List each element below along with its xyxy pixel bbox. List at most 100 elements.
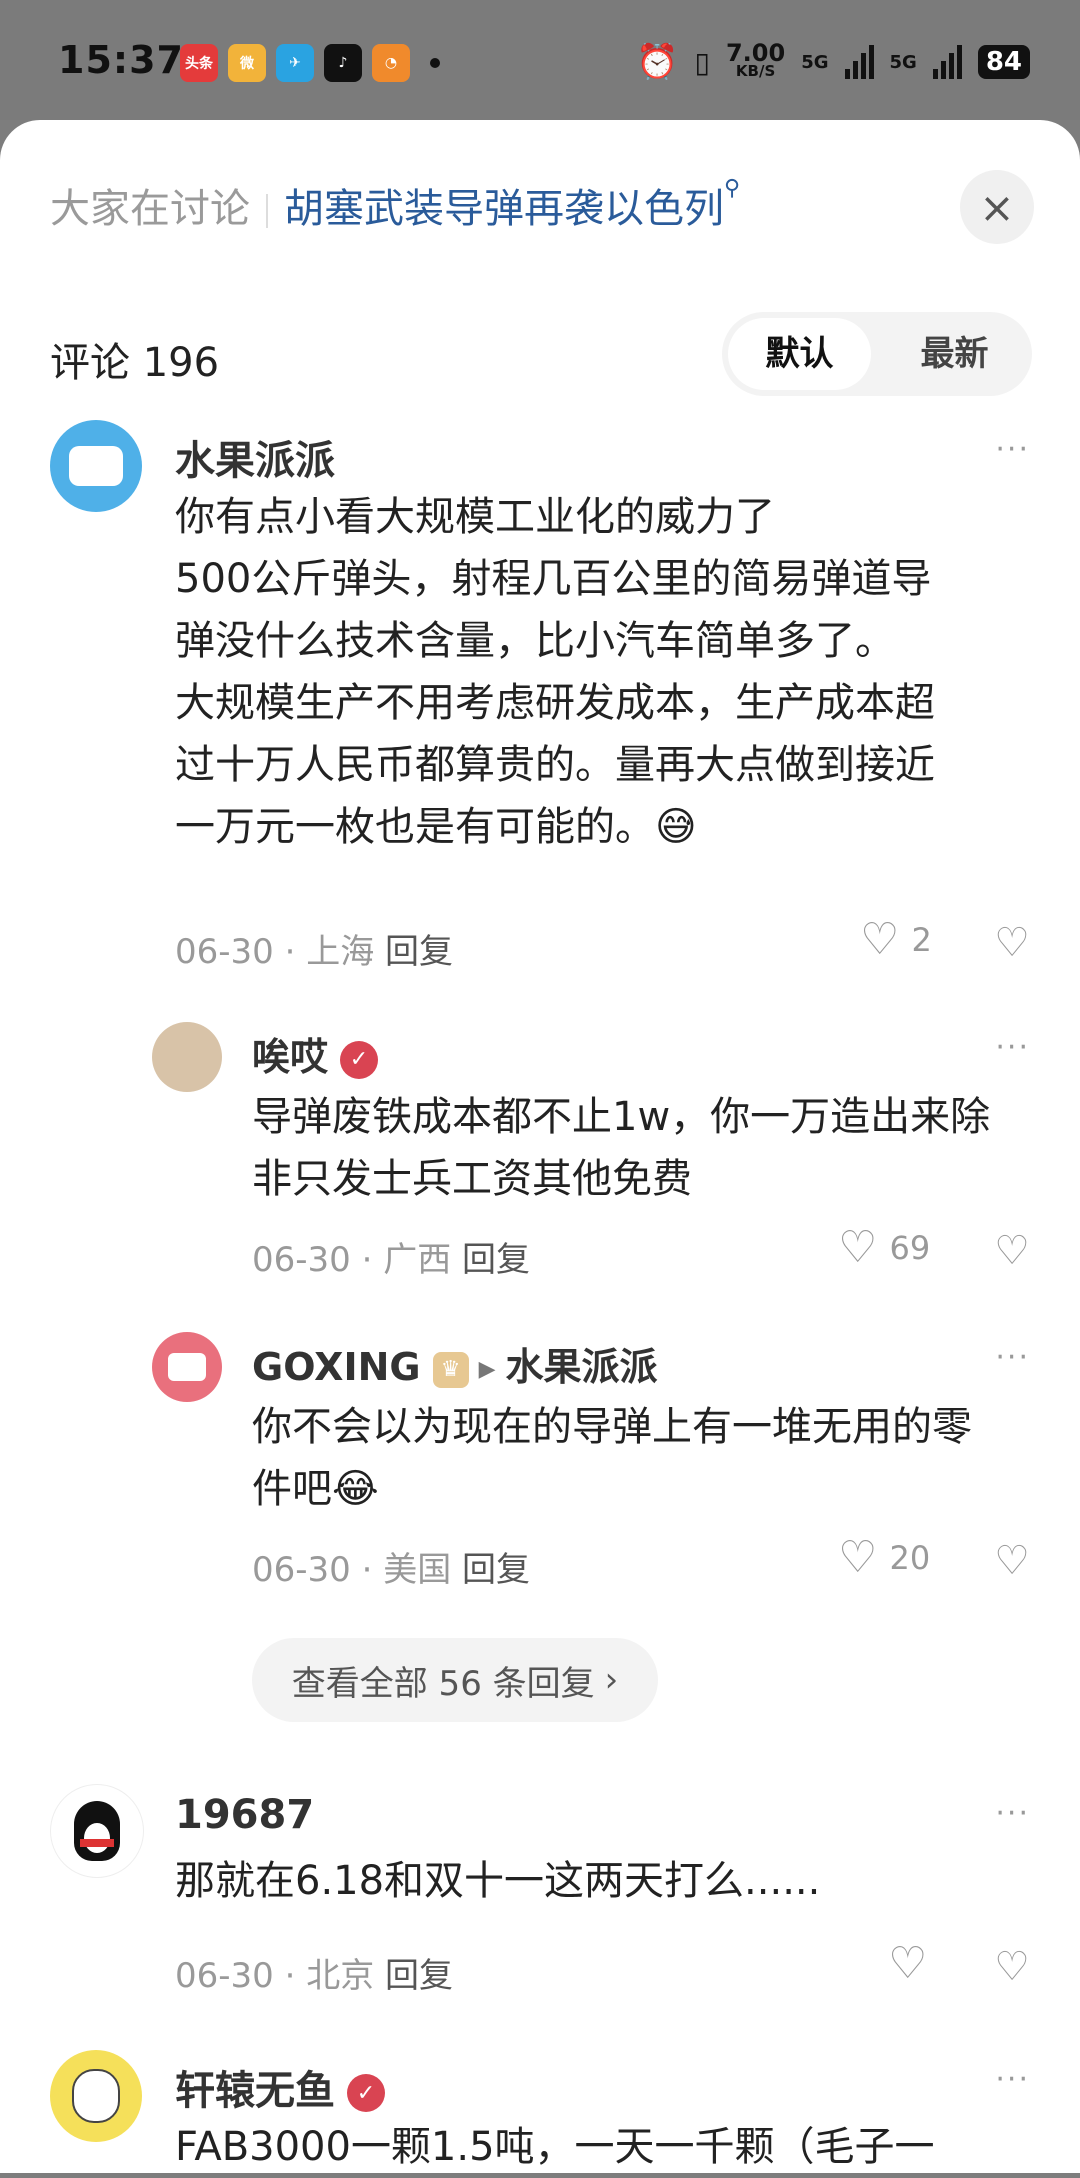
reply-button[interactable]: 回复 bbox=[462, 1550, 530, 1590]
like-count: 20 bbox=[889, 1539, 931, 1577]
signal-bars-1-icon bbox=[844, 45, 874, 79]
tiktok-icon: ♪ bbox=[324, 44, 362, 82]
battery-indicator: 84 bbox=[977, 45, 1030, 79]
like-button[interactable]: ♡ 69 bbox=[838, 1226, 930, 1270]
reply-location: 广西 bbox=[383, 1240, 452, 1280]
weibo-icon: 微 bbox=[228, 44, 266, 82]
more-options-icon[interactable]: ··· bbox=[995, 2062, 1030, 2097]
reply-meta: 06-30 · 美国 回复 bbox=[252, 1550, 531, 1590]
dislike-icon[interactable]: ♡ bbox=[994, 920, 1030, 966]
comment-text: 那就在6.18和双十一这两天打么...... bbox=[175, 1850, 820, 1912]
comment-line: 你有点小看大规模工业化的威力了 bbox=[175, 494, 775, 540]
avatar[interactable] bbox=[50, 2050, 142, 2142]
avatar[interactable] bbox=[152, 1022, 222, 1092]
crown-badge-icon: ♛ bbox=[432, 1351, 469, 1388]
like-count: 2 bbox=[911, 921, 932, 959]
network-type-2: 5G bbox=[889, 51, 917, 73]
comment-author[interactable]: 轩辕无鱼 ✓ bbox=[175, 2058, 385, 2116]
view-all-label: 查看全部 56 条回复 bbox=[291, 1663, 595, 1704]
reply-author-name: 唉哎 bbox=[252, 1035, 329, 1079]
comment-line: 过十万人民币都算贵的。量再大点做到接近 bbox=[175, 742, 935, 788]
comment-author[interactable]: 水果派派 bbox=[175, 428, 335, 486]
close-button[interactable]: × bbox=[960, 170, 1034, 244]
comment-location: 上海 bbox=[306, 932, 375, 972]
reply-text: 你不会以为现在的导弹上有一堆无用的零 件吧😂 bbox=[252, 1396, 972, 1520]
reply-line: 件吧😂 bbox=[252, 1466, 379, 1512]
verified-badge-icon: ✓ bbox=[340, 1040, 379, 1079]
sort-latest-tab[interactable]: 最新 bbox=[883, 318, 1026, 390]
network-speed: 7.00 KB/S bbox=[726, 41, 785, 80]
avatar[interactable] bbox=[152, 1332, 222, 1402]
network-type-1: 5G bbox=[801, 51, 829, 73]
discussion-topic-bar[interactable]: 大家在讨论 胡塞武装导弹再袭以色列⚲ bbox=[50, 176, 740, 234]
notification-icons: 头条微 ✈ ♪ ◔ bbox=[180, 44, 440, 82]
like-button[interactable]: ♡ 2 bbox=[860, 918, 932, 962]
like-button[interactable]: ♡ bbox=[888, 1942, 927, 1986]
orange-app-icon: ◔ bbox=[372, 44, 410, 82]
reply-text: 导弹废铁成本都不止1w，你一万造出来除 非只发士兵工资其他免费 bbox=[252, 1086, 990, 1210]
dislike-icon[interactable]: ♡ bbox=[994, 1944, 1030, 1990]
vibrate-icon: ▯ bbox=[694, 45, 710, 79]
comment-line: 那就在6.18和双十一这两天打么...... bbox=[175, 1858, 821, 1904]
avatar[interactable] bbox=[50, 1784, 144, 1878]
heart-icon: ♡ bbox=[888, 1938, 928, 1989]
heart-icon: ♡ bbox=[838, 1222, 878, 1273]
comment-author-name: 轩辕无鱼 bbox=[175, 2068, 335, 2114]
view-all-replies-button[interactable]: 查看全部 56 条回复 › bbox=[252, 1638, 658, 1722]
alarm-icon: ⏰ bbox=[636, 42, 679, 82]
reply-button[interactable]: 回复 bbox=[385, 932, 453, 972]
signal-bars-2-icon bbox=[932, 45, 962, 79]
more-options-icon[interactable]: ··· bbox=[995, 1796, 1030, 1831]
comment-date: 06-30 bbox=[175, 1956, 274, 1996]
discussion-label: 大家在讨论 bbox=[50, 186, 250, 232]
toutiao-icon: 头条 bbox=[180, 44, 218, 82]
more-options-icon[interactable]: ··· bbox=[995, 432, 1030, 467]
comments-sheet: 大家在讨论 胡塞武装导弹再袭以色列⚲ × 评论 196 默认 最新 水果派派 ··… bbox=[0, 120, 1080, 2173]
dislike-icon[interactable]: ♡ bbox=[994, 1538, 1030, 1584]
sort-default-tab[interactable]: 默认 bbox=[728, 318, 871, 390]
reply-location: 美国 bbox=[383, 1550, 452, 1590]
chevron-right-icon: › bbox=[604, 1660, 619, 1700]
reply-arrow-icon: ▶ bbox=[478, 1357, 496, 1382]
more-options-icon[interactable]: ··· bbox=[995, 1340, 1030, 1375]
dislike-icon[interactable]: ♡ bbox=[994, 1228, 1030, 1274]
reply-author-name: GOXING bbox=[252, 1345, 421, 1389]
comment-line: FAB3000一颗1.5吨，一天一千颗（毛子一 bbox=[175, 2124, 935, 2170]
heart-icon: ♡ bbox=[838, 1532, 878, 1583]
system-indicators: ⏰ ▯ 7.00 KB/S 5G 5G 84 bbox=[636, 41, 1030, 82]
status-time: 15:37 bbox=[58, 38, 184, 82]
reply-date: 06-30 bbox=[252, 1550, 351, 1590]
avatar[interactable] bbox=[50, 420, 142, 512]
divider bbox=[266, 194, 268, 228]
more-options-icon[interactable]: ··· bbox=[995, 1030, 1030, 1065]
comment-line: 500公斤弹头，射程几百公里的简易弹道导 bbox=[175, 556, 932, 602]
like-button[interactable]: ♡ 20 bbox=[838, 1536, 930, 1580]
comment-line: 大规模生产不用考虑研发成本，生产成本超 bbox=[175, 680, 935, 726]
comment-line: 弹没什么技术含量，比小汽车简单多了。 bbox=[175, 618, 895, 664]
topic-link[interactable]: 胡塞武装导弹再袭以色列 bbox=[284, 186, 724, 232]
comment-author[interactable]: 19687 bbox=[175, 1792, 314, 1838]
search-icon: ⚲ bbox=[724, 176, 741, 201]
comment-location: 北京 bbox=[306, 1956, 375, 1996]
like-count: 69 bbox=[889, 1229, 931, 1267]
comment-date: 06-30 bbox=[175, 932, 274, 972]
reply-author[interactable]: 唉哎 ✓ bbox=[252, 1026, 379, 1081]
more-notifications-dot-icon bbox=[430, 58, 440, 68]
comment-count: 评论 196 bbox=[50, 340, 220, 386]
comment-meta: 06-30 · 上海 回复 bbox=[175, 932, 454, 972]
reply-author[interactable]: GOXING ♛ ▶ 水果派派 bbox=[252, 1336, 658, 1391]
comment-meta: 06-30 · 北京 回复 bbox=[175, 1956, 454, 1996]
reply-button[interactable]: 回复 bbox=[385, 1956, 453, 1996]
reply-line: 导弹废铁成本都不止1w，你一万造出来除 bbox=[252, 1094, 991, 1140]
verified-badge-icon: ✓ bbox=[347, 2074, 385, 2112]
status-bar: 15:37 头条微 ✈ ♪ ◔ ⏰ ▯ 7.00 KB/S 5G 5G 84 bbox=[0, 0, 1080, 120]
reply-line: 非只发士兵工资其他免费 bbox=[252, 1156, 692, 1202]
network-speed-unit: KB/S bbox=[735, 61, 776, 80]
telegram-icon: ✈ bbox=[276, 44, 314, 82]
comment-line: 一万元一枚也是有可能的。😅 bbox=[175, 804, 697, 850]
reply-button[interactable]: 回复 bbox=[462, 1240, 530, 1280]
comment-text: FAB3000一颗1.5吨，一天一千颗（毛子一 bbox=[175, 2116, 935, 2178]
reply-target-user[interactable]: 水果派派 bbox=[506, 1345, 658, 1389]
sort-toggle: 默认 最新 bbox=[722, 312, 1032, 396]
reply-meta: 06-30 · 广西 回复 bbox=[252, 1240, 531, 1280]
